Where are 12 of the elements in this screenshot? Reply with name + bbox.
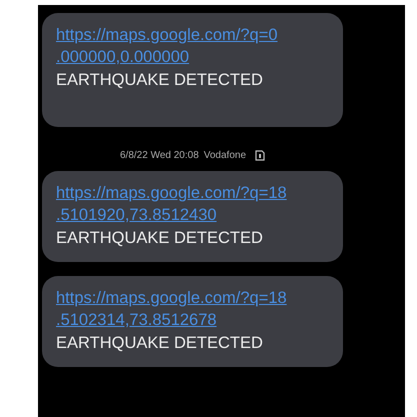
- map-link[interactable]: https://maps.google.com/?q=18: [56, 182, 287, 204]
- map-link[interactable]: .5102314,73.8512678: [56, 309, 217, 331]
- carrier-name: Vodafone: [204, 150, 246, 161]
- map-link[interactable]: .5101920,73.8512430: [56, 204, 217, 226]
- map-link[interactable]: https://maps.google.com/?q=18: [56, 287, 287, 309]
- sim-card-icon: [255, 150, 266, 161]
- message-text: EARTHQUAKE DETECTED: [56, 70, 264, 91]
- message-text: EARTHQUAKE DETECTED: [56, 333, 264, 354]
- message-timestamp: 6/8/22 Wed 20:08: [120, 150, 199, 161]
- message-text: EARTHQUAKE DETECTED: [56, 228, 264, 249]
- map-link[interactable]: https://maps.google.com/?q=0: [56, 24, 278, 46]
- map-link[interactable]: .000000,0.000000: [56, 46, 190, 68]
